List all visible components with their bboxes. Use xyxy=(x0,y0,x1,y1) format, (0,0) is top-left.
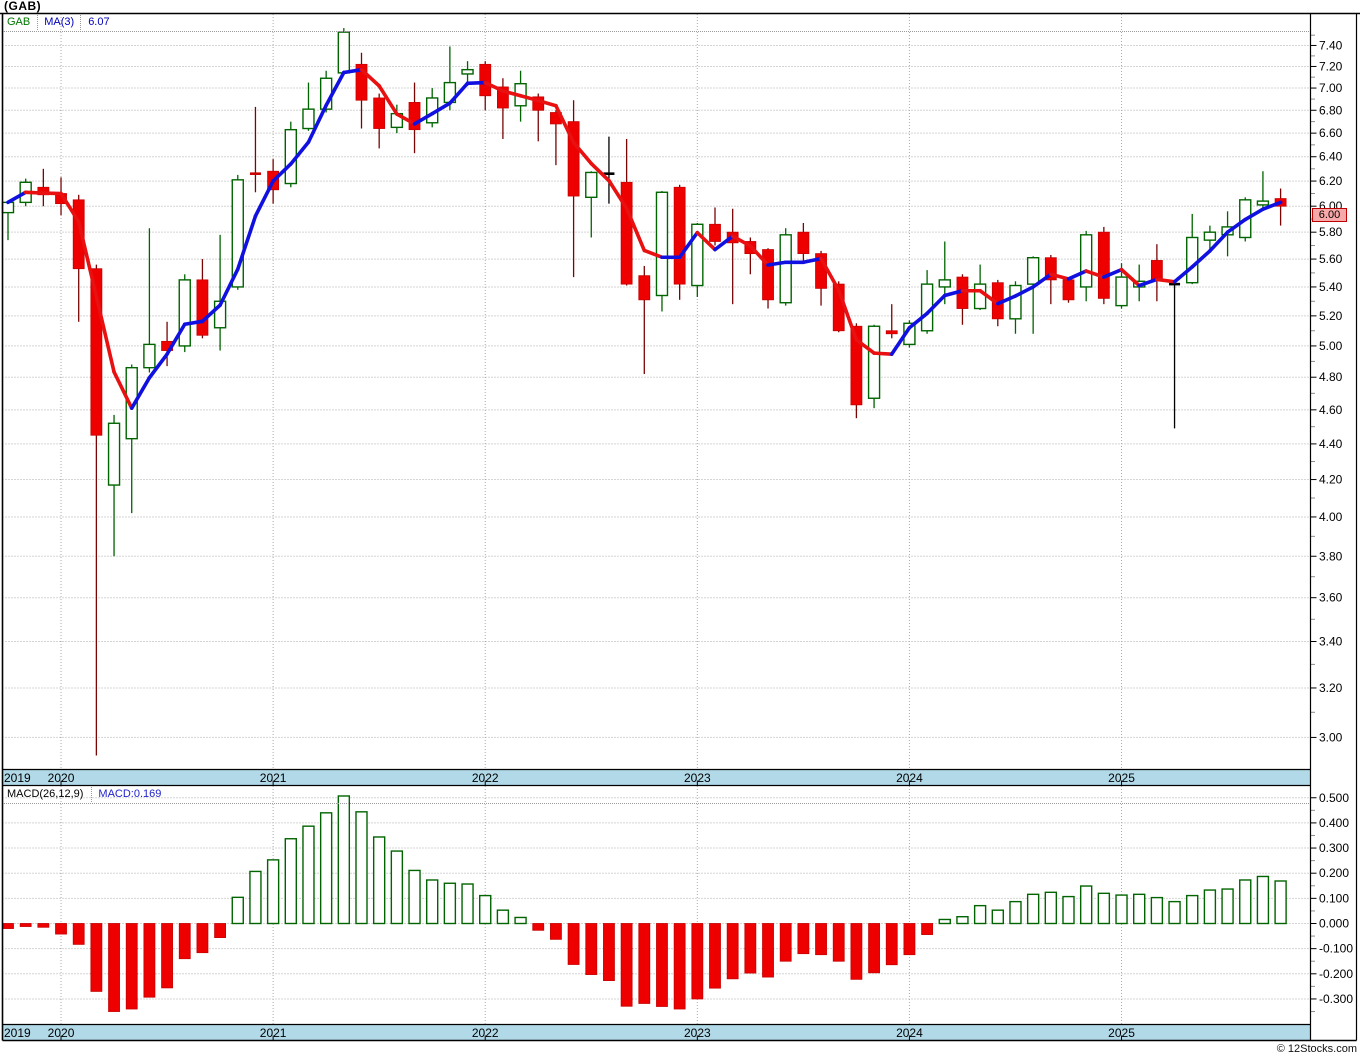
svg-text:4.40: 4.40 xyxy=(1319,437,1343,451)
svg-text:3.40: 3.40 xyxy=(1319,634,1343,648)
svg-text:0.300: 0.300 xyxy=(1319,841,1349,855)
svg-text:3.60: 3.60 xyxy=(1319,591,1343,605)
svg-text:4.00: 4.00 xyxy=(1319,510,1343,524)
svg-text:5.00: 5.00 xyxy=(1319,339,1343,353)
svg-text:0.200: 0.200 xyxy=(1319,866,1349,880)
svg-text:6.40: 6.40 xyxy=(1319,150,1343,164)
svg-text:-0.300: -0.300 xyxy=(1319,992,1353,1006)
svg-text:0.400: 0.400 xyxy=(1319,816,1349,830)
main-chart-legend: GAB MA(3) 6.07 xyxy=(3,15,1309,32)
legend-symbol: GAB xyxy=(3,15,39,30)
stock-chart-canvas[interactable]: 7.40 7.20 7.00 6.80 6.60 6.40 6.20 6.00 5.80 5.60… xyxy=(0,0,1360,1056)
svg-text:6.60: 6.60 xyxy=(1319,126,1343,140)
svg-text:3.80: 3.80 xyxy=(1319,549,1343,563)
svg-text:5.20: 5.20 xyxy=(1319,309,1343,323)
svg-text:0.100: 0.100 xyxy=(1319,891,1349,905)
svg-text:7.00: 7.00 xyxy=(1319,81,1343,95)
svg-text:3.20: 3.20 xyxy=(1319,681,1343,695)
svg-text:4.80: 4.80 xyxy=(1319,370,1343,384)
svg-text:5.60: 5.60 xyxy=(1319,252,1343,266)
svg-text:-0.100: -0.100 xyxy=(1319,942,1353,956)
macd-indicator-label: MACD(26,12,9) xyxy=(3,787,93,802)
svg-text:5.40: 5.40 xyxy=(1319,280,1343,294)
svg-text:0.500: 0.500 xyxy=(1319,791,1349,805)
svg-text:5.80: 5.80 xyxy=(1319,225,1343,239)
copyright: © 12Stocks.com xyxy=(1276,1043,1357,1055)
current-price-badge: 6.00 xyxy=(1312,207,1347,222)
svg-text:7.40: 7.40 xyxy=(1319,38,1343,52)
svg-text:4.60: 4.60 xyxy=(1319,403,1343,417)
svg-text:6.80: 6.80 xyxy=(1319,103,1343,117)
svg-text:-0.200: -0.200 xyxy=(1319,967,1353,981)
legend-ma-value: 6.07 xyxy=(88,16,110,28)
svg-text:2019: 2019 xyxy=(4,1026,31,1040)
page-title: (GAB) xyxy=(4,0,42,13)
stock-chart-page: (GAB) GAB MA(3) 6.07 MACD(26,12,9) MACD:0.1… xyxy=(0,0,1360,1056)
svg-text:0.000: 0.000 xyxy=(1319,917,1349,931)
svg-text:2019: 2019 xyxy=(4,771,31,785)
svg-text:6.20: 6.20 xyxy=(1319,174,1343,188)
svg-text:4.20: 4.20 xyxy=(1319,473,1343,487)
macd-indicator-value: MACD:0.169 xyxy=(98,788,162,800)
svg-text:7.20: 7.20 xyxy=(1319,59,1343,73)
macd-legend: MACD(26,12,9) MACD:0.169 xyxy=(3,787,1309,804)
legend-ma-label: MA(3) xyxy=(38,15,82,30)
svg-text:3.00: 3.00 xyxy=(1319,730,1343,744)
